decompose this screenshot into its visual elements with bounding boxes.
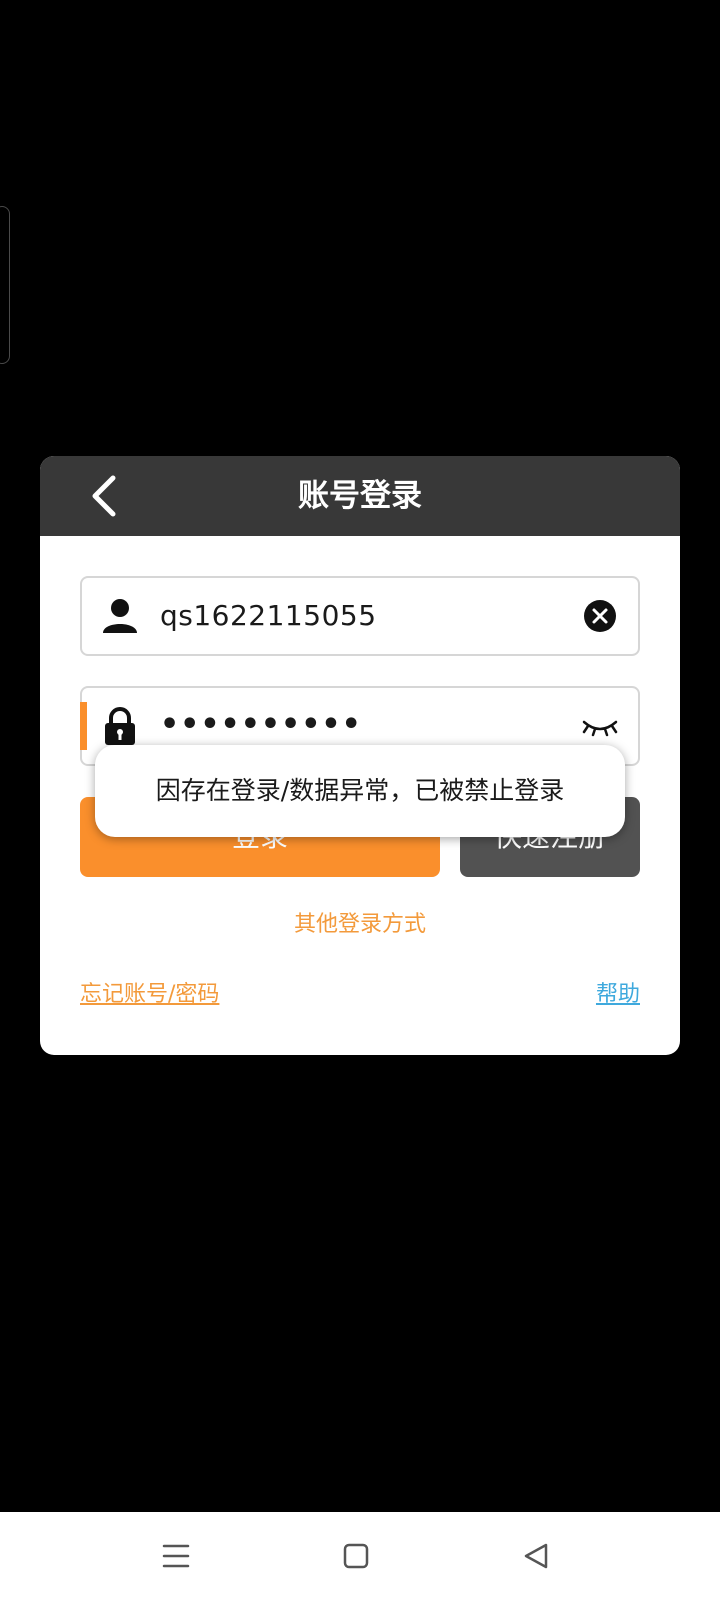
back-button[interactable] [80,472,128,520]
clear-circle-icon[interactable] [582,598,618,634]
lock-icon [105,707,135,745]
user-icon [103,599,137,633]
username-value: qs1622115055 [160,599,377,632]
system-navigation-bar [0,1512,720,1600]
focus-indicator [80,702,87,750]
triangle-back-icon[interactable] [518,1538,554,1574]
dialog-header: 账号登录 [40,456,680,536]
dialog-title: 账号登录 [298,478,422,514]
help-link[interactable]: 帮助 [596,976,640,1008]
side-drawer-handle[interactable] [0,206,10,364]
eye-closed-icon[interactable] [580,710,620,742]
forgot-account-password-link[interactable]: 忘记账号/密码 [80,976,219,1008]
username-field[interactable]: qs1622115055 [80,576,640,656]
screen: 账号登录 qs1622115055 •••••••••• 其他登录方式 忘记账号… [0,0,720,1600]
other-login-methods-link[interactable]: 其他登录方式 [40,906,680,938]
toast-message: 因存在登录/数据异常，已被禁止登录 [95,745,625,837]
menu-icon[interactable] [158,1538,194,1574]
square-home-icon[interactable] [338,1538,374,1574]
chevron-left-icon [92,475,116,517]
